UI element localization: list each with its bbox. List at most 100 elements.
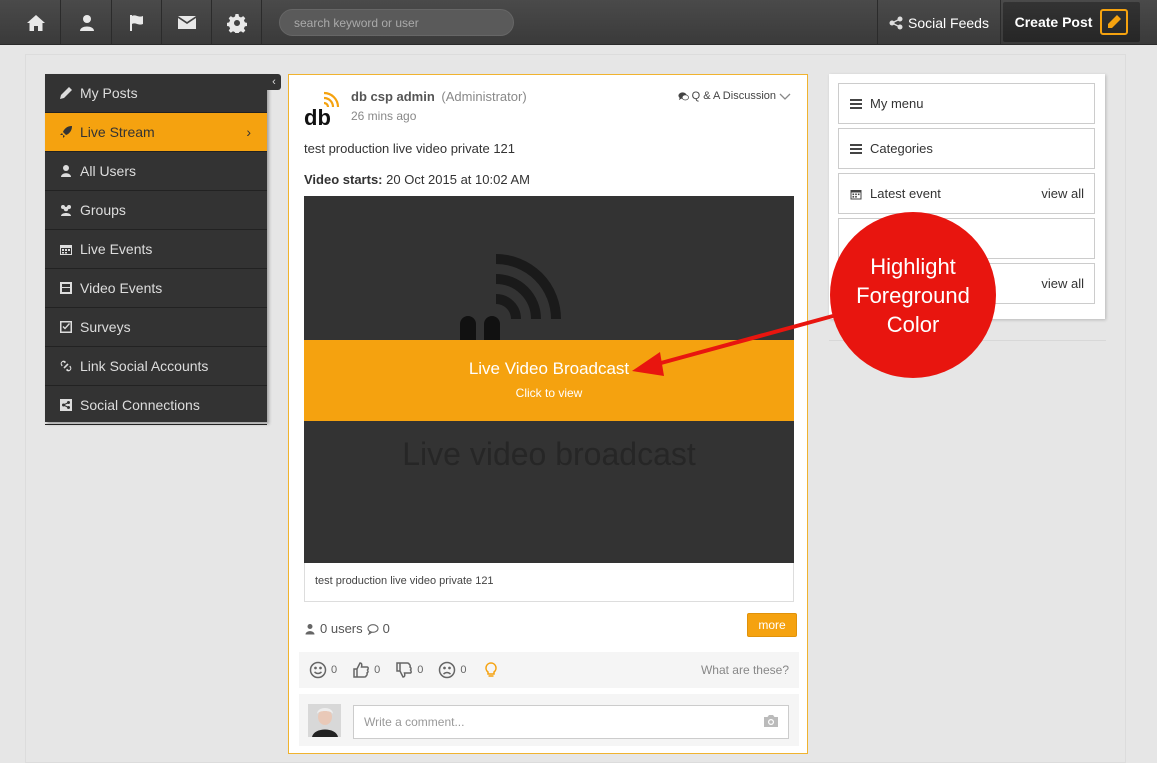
post-text: test production live video private 121 [304,141,516,156]
home-icon [26,14,45,31]
messages-button[interactable] [162,0,212,45]
post-time: 26 mins ago [351,109,417,123]
reaction-frown[interactable]: 0 [438,661,467,679]
svg-text:db: db [304,105,331,127]
sidebar-item-label: Live Stream [80,124,155,140]
video-caption: test production live video private 121 [304,563,794,602]
user-icon [305,623,315,634]
sidebar-item-label: Groups [80,202,126,218]
sidebar-item-label: Social Connections [80,397,200,413]
banner-subtitle: Click to view [515,386,583,400]
sidebar-item-label: All Users [80,163,137,179]
gear-icon [226,13,247,33]
sidebar-item-link-social-accounts[interactable]: Link Social Accounts [45,347,267,386]
reaction-thumbs-down[interactable]: 0 [395,661,423,679]
video-starts-label: Video starts: [304,172,383,187]
chevron-down-icon [779,93,791,100]
my-menu-label: My menu [870,96,924,111]
social-feeds-label: Social Feeds [908,14,989,31]
chevron-right-icon: › [246,124,251,140]
user-icon [79,14,94,31]
create-post-button[interactable]: Create Post [1003,2,1140,42]
sidebar-item-all-users[interactable]: All Users [45,152,267,191]
sidebar-item-label: Surveys [80,319,131,335]
sidebar-collapse-button[interactable]: ‹ [267,74,281,90]
what-are-these-link[interactable]: What are these? [701,663,789,677]
category-label: Q & A Discussion [691,90,776,102]
reaction-count: 0 [460,664,467,676]
comment-icon [367,623,379,635]
reactions-bar: 0 0 0 0 What are these? [299,652,799,688]
profile-button[interactable] [62,0,112,45]
reaction-count: 0 [417,664,424,676]
author-name[interactable]: db csp admin [351,89,435,104]
live-broadcast-banner[interactable]: Live Video Broadcast Click to view [304,340,794,421]
social-feeds-button[interactable]: Social Feeds [877,0,1001,45]
category-dropdown[interactable]: Q & A Discussion [678,90,791,102]
share-icon [889,16,903,29]
view-all-link[interactable]: view all [1041,276,1084,291]
sidebar-item-live-stream[interactable]: Live Stream › [45,113,267,152]
sidebar-menu: My Posts Live Stream › All Users Groups … [45,74,267,425]
film-icon [60,282,72,294]
annotation-callout: Highlight Foreground Color [830,212,996,378]
banner-title: Live Video Broadcast [468,359,630,378]
idea-button[interactable] [482,661,500,679]
settings-button[interactable] [212,0,262,45]
bars-icon [850,98,862,109]
check-square-icon [60,321,72,333]
sidebar-item-social-connections[interactable]: Social Connections [45,386,267,425]
pencil-icon [60,87,72,99]
video-starts: Video starts: 20 Oct 2015 at 10:02 AM [304,172,530,187]
share-square-icon [60,399,72,411]
camera-icon[interactable] [763,714,779,728]
thumbs-up-icon [353,662,370,678]
annotation-line-1: Highlight [870,253,956,279]
comment-composer [299,694,799,746]
sidebar-item-label: My Posts [80,85,138,101]
reaction-count: 0 [374,664,381,676]
user-icon [61,165,71,177]
link-icon [60,360,72,372]
edit-icon [1100,9,1129,35]
top-navigation-bar: Social Feeds Create Post [0,0,1157,45]
calendar-icon [850,189,862,199]
annotation-line-3: Color [886,311,940,337]
video-starts-value: 20 Oct 2015 at 10:02 AM [386,172,530,187]
author-role: (Administrator) [441,89,527,104]
flag-icon [129,14,143,31]
comment-input[interactable] [353,705,789,739]
avatar [308,704,341,737]
video-player[interactable]: Live Video Broadcast Click to view Live … [304,196,794,563]
sidebar-item-label: Link Social Accounts [80,358,209,374]
comments-icon [678,91,689,100]
db-logo-icon: db [304,91,340,127]
calendar-icon [60,245,72,255]
search-input[interactable] [279,9,514,36]
sidebar-item-video-events[interactable]: Video Events [45,269,267,308]
smile-icon [309,661,327,679]
users-count[interactable]: 0 users [320,621,363,636]
frown-icon [439,661,456,679]
reaction-smile[interactable]: 0 [309,661,337,679]
sidebar-item-groups[interactable]: Groups [45,191,267,230]
more-button[interactable]: more [747,613,797,637]
lightbulb-icon [484,662,497,677]
sidebar-item-label: Live Events [80,241,153,257]
reaction-count: 0 [331,664,338,676]
annotation-line-2: Foreground [856,282,970,308]
sidebar-item-live-events[interactable]: Live Events [45,230,267,269]
my-menu-item[interactable]: My menu [838,83,1095,124]
flag-button[interactable] [112,0,162,45]
thumbs-down-icon [396,662,413,678]
comments-count[interactable]: 0 [383,621,390,636]
categories-item[interactable]: Categories [838,128,1095,169]
sidebar-item-surveys[interactable]: Surveys [45,308,267,347]
home-button[interactable] [11,0,61,45]
view-all-link[interactable]: view all [1041,186,1084,201]
latest-event-label: Latest event [870,186,941,201]
broadcast-icon [460,254,561,354]
sidebar-item-my-posts[interactable]: My Posts [45,74,267,113]
latest-event-item[interactable]: Latest event view all [838,173,1095,214]
reaction-thumbs-up[interactable]: 0 [352,661,380,679]
